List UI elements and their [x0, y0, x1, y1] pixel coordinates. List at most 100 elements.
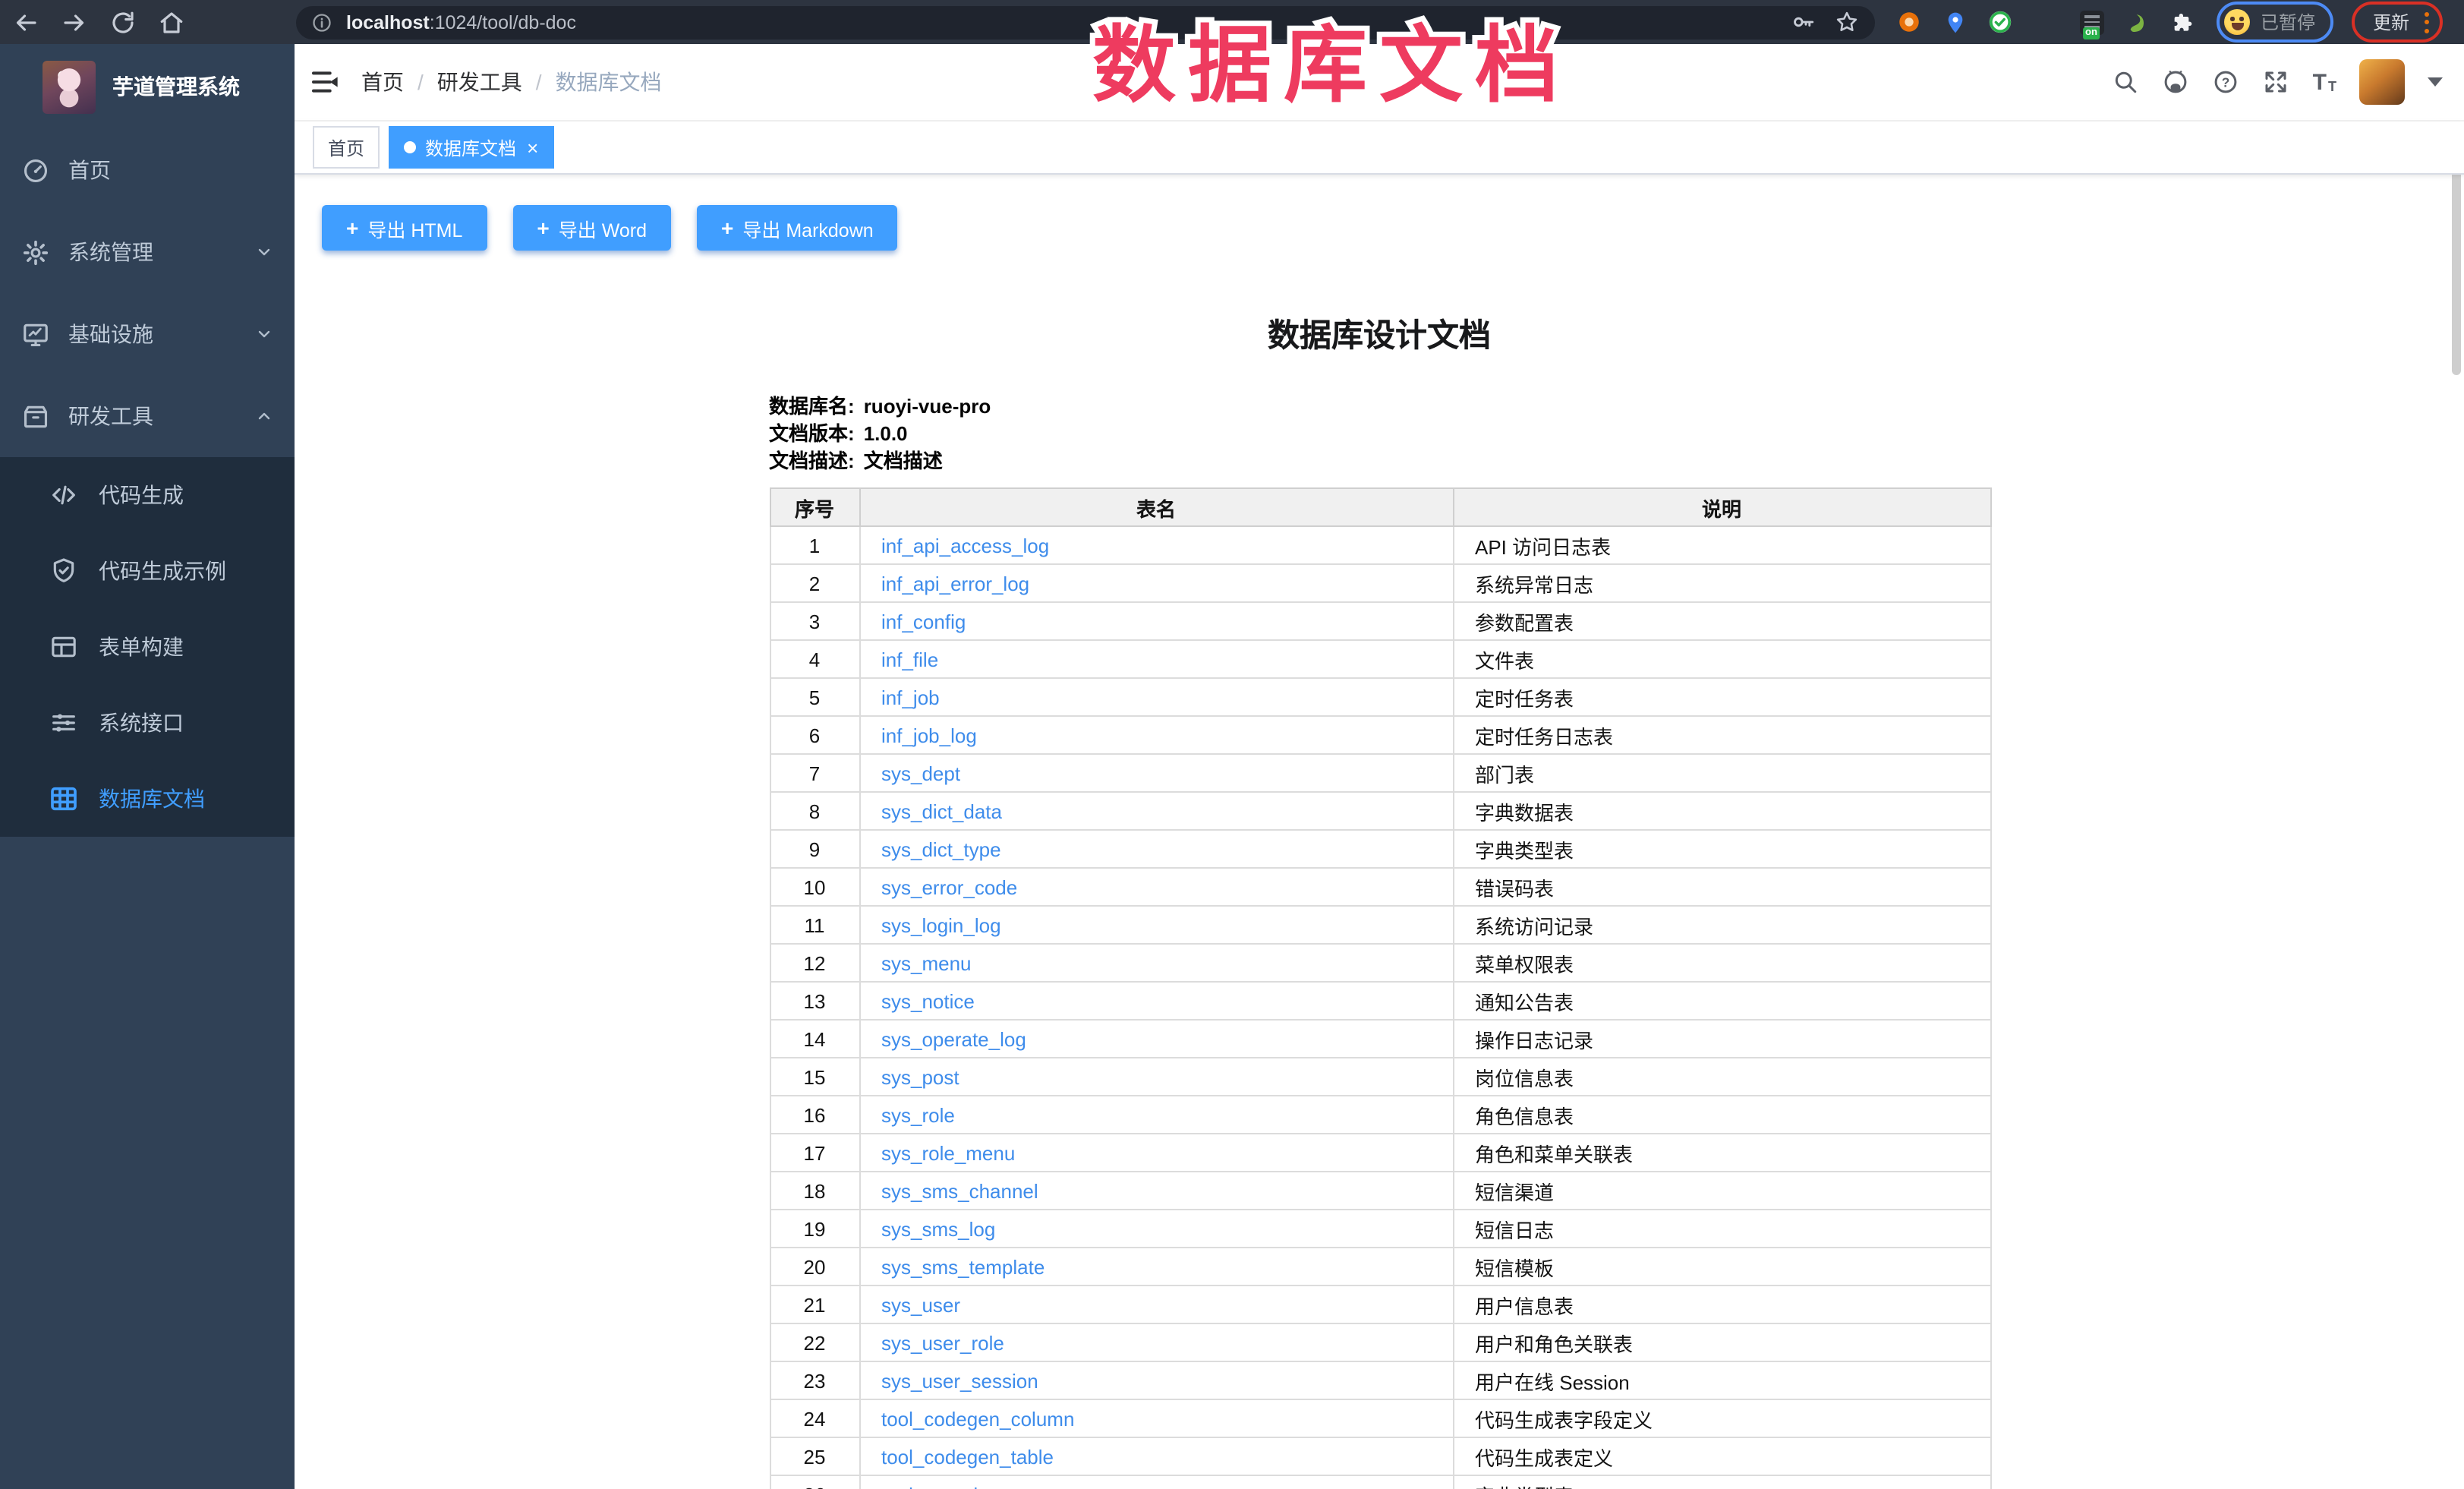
help-icon[interactable]: ?	[2213, 68, 2240, 96]
extension-orange-icon[interactable]	[1896, 9, 1922, 35]
sidebar-item-api[interactable]: 系统接口	[0, 685, 295, 761]
extension-grid-icon[interactable]	[2033, 9, 2059, 35]
table-name-link[interactable]: inf_job	[881, 686, 940, 708]
table-name-cell: inf_file	[859, 640, 1453, 678]
sidebar-item-label: 系统接口	[99, 708, 184, 738]
sidebar-item-codegen-demo[interactable]: 代码生成示例	[0, 533, 295, 609]
fullscreen-icon[interactable]	[2263, 68, 2290, 96]
url-bar[interactable]: localhost:1024/tool/db-doc	[296, 5, 1875, 39]
export-word-button[interactable]: + 导出 Word	[512, 205, 671, 251]
bookmark-star-icon[interactable]	[1834, 9, 1860, 35]
close-icon[interactable]: ×	[527, 137, 538, 157]
table-name-cell: inf_api_error_log	[859, 564, 1453, 602]
table-name-link[interactable]: sys_post	[881, 1065, 959, 1088]
table-desc-cell: 菜单权限表	[1453, 944, 1990, 982]
sidebar: 芋道管理系统 首页 系统管理 基础设施	[0, 44, 295, 1489]
table-name-link[interactable]: inf_api_error_log	[881, 572, 1029, 595]
sidebar-item-infra[interactable]: 基础设施	[0, 293, 295, 375]
table-name-link[interactable]: sys_login_log	[881, 913, 1001, 936]
breadcrumb-devtools[interactable]: 研发工具	[437, 67, 522, 97]
sidebar-item-form-builder[interactable]: 表单构建	[0, 609, 295, 685]
table-name-link[interactable]: inf_file	[881, 648, 938, 670]
table-name-link[interactable]: sys_menu	[881, 951, 972, 974]
sidebar-item-codegen[interactable]: 代码生成	[0, 457, 295, 533]
chrome-update-button[interactable]: 更新	[2352, 2, 2443, 43]
table-row: 15 sys_post 岗位信息表	[770, 1058, 1990, 1096]
screen: localhost:1024/tool/db-doc	[0, 0, 2464, 1489]
profile-emoji-avatar	[2224, 9, 2250, 35]
user-menu-caret-icon[interactable]	[2428, 77, 2443, 87]
sidebar-item-db-doc[interactable]: 数据库文档	[0, 761, 295, 837]
table-name-link[interactable]: sys_dict_type	[881, 838, 1001, 860]
table-row: 23 sys_user_session 用户在线 Session	[770, 1361, 1990, 1399]
table-name-cell: sys_operate_log	[859, 1020, 1453, 1058]
search-icon[interactable]	[2113, 68, 2140, 96]
info-icon[interactable]	[311, 11, 332, 33]
forward-icon[interactable]	[61, 8, 88, 36]
sidebar-item-home[interactable]: 首页	[0, 129, 295, 211]
app-logo-row[interactable]: 芋道管理系统	[0, 44, 295, 129]
table-name-link[interactable]: inf_job_log	[881, 724, 977, 746]
table-name-link[interactable]: sys_role	[881, 1103, 955, 1126]
chevron-down-icon	[255, 325, 273, 343]
table-name-cell: inf_job	[859, 678, 1453, 716]
table-name-link[interactable]: tool_codegen_column	[881, 1407, 1074, 1430]
meta-doc-version: 文档版本: 1.0.0	[769, 421, 1990, 448]
table-name-link[interactable]: sys_user_role	[881, 1331, 1004, 1354]
export-markdown-button[interactable]: + 导出 Markdown	[697, 205, 898, 251]
row-index-cell: 22	[770, 1323, 859, 1361]
row-index-cell: 26	[770, 1475, 859, 1489]
paused-label: 已暂停	[2261, 9, 2315, 35]
tag-db-doc[interactable]: 数据库文档 ×	[389, 126, 553, 169]
table-name-link[interactable]: sys_sms_template	[881, 1255, 1045, 1278]
table-name-link[interactable]: tool_test_demo	[881, 1483, 1016, 1489]
back-icon[interactable]	[12, 8, 39, 36]
table-row: 17 sys_role_menu 角色和菜单关联表	[770, 1134, 1990, 1172]
user-avatar[interactable]	[2359, 59, 2405, 105]
extension-check-icon[interactable]	[1987, 9, 2013, 35]
url-host: localhost	[346, 11, 430, 33]
sidebar-item-system[interactable]: 系统管理	[0, 211, 295, 293]
password-key-icon[interactable]	[1790, 9, 1816, 35]
home-icon[interactable]	[158, 8, 185, 36]
table-name-link[interactable]: sys_notice	[881, 989, 975, 1012]
table-desc-cell: 短信渠道	[1453, 1172, 1990, 1210]
breadcrumb-home[interactable]: 首页	[361, 67, 404, 97]
profile-paused-badge[interactable]: 已暂停	[2217, 2, 2333, 43]
sidebar-item-label: 系统管理	[68, 237, 153, 267]
plus-icon: +	[721, 216, 733, 240]
tags-view-bar: 首页 数据库文档 ×	[295, 121, 2464, 175]
font-size-icon[interactable]: T T	[2313, 71, 2336, 93]
table-name-link[interactable]: sys_sms_log	[881, 1217, 995, 1240]
table-name-link[interactable]: sys_user	[881, 1293, 960, 1316]
col-header-no: 序号	[770, 488, 859, 526]
table-name-link[interactable]: inf_api_access_log	[881, 534, 1049, 557]
extension-puzzle-icon[interactable]	[2169, 9, 2195, 35]
table-name-link[interactable]: sys_dept	[881, 762, 960, 784]
browser-menu-kebab-icon[interactable]	[2421, 8, 2432, 36]
table-name-link[interactable]: tool_codegen_table	[881, 1445, 1054, 1468]
table-name-link[interactable]: sys_dict_data	[881, 800, 1002, 822]
main-area: 首页 / 研发工具 / 数据库文档 ?	[295, 44, 2464, 1489]
db-design-document: 数据库设计文档 数据库名: ruoyi-vue-pro 文档版本: 1.0.0 …	[769, 311, 1990, 1489]
table-name-link[interactable]: sys_error_code	[881, 875, 1017, 898]
table-name-link[interactable]: sys_user_session	[881, 1369, 1038, 1392]
reload-icon[interactable]	[109, 8, 137, 36]
table-row: 1 inf_api_access_log API 访问日志表	[770, 526, 1990, 564]
sidebar-toggle-icon[interactable]	[310, 67, 340, 97]
export-html-button[interactable]: + 导出 HTML	[322, 205, 487, 251]
sidebar-item-label: 代码生成示例	[99, 556, 226, 586]
table-name-link[interactable]: inf_config	[881, 610, 966, 633]
table-row: 10 sys_error_code 错误码表	[770, 868, 1990, 906]
table-name-link[interactable]: sys_role_menu	[881, 1141, 1015, 1164]
table-name-cell: sys_login_log	[859, 906, 1453, 944]
github-icon[interactable]	[2163, 68, 2190, 96]
table-name-link[interactable]: sys_sms_channel	[881, 1179, 1038, 1202]
extension-stack-on-icon[interactable]: on	[2078, 9, 2104, 35]
extension-leaf-icon[interactable]	[2124, 9, 2150, 35]
sidebar-item-devtools[interactable]: 研发工具	[0, 375, 295, 457]
table-name-link[interactable]: sys_operate_log	[881, 1027, 1026, 1050]
table-desc-cell: 参数配置表	[1453, 602, 1990, 640]
extension-pin-icon[interactable]	[1942, 9, 1968, 35]
tag-home[interactable]: 首页	[313, 126, 380, 169]
